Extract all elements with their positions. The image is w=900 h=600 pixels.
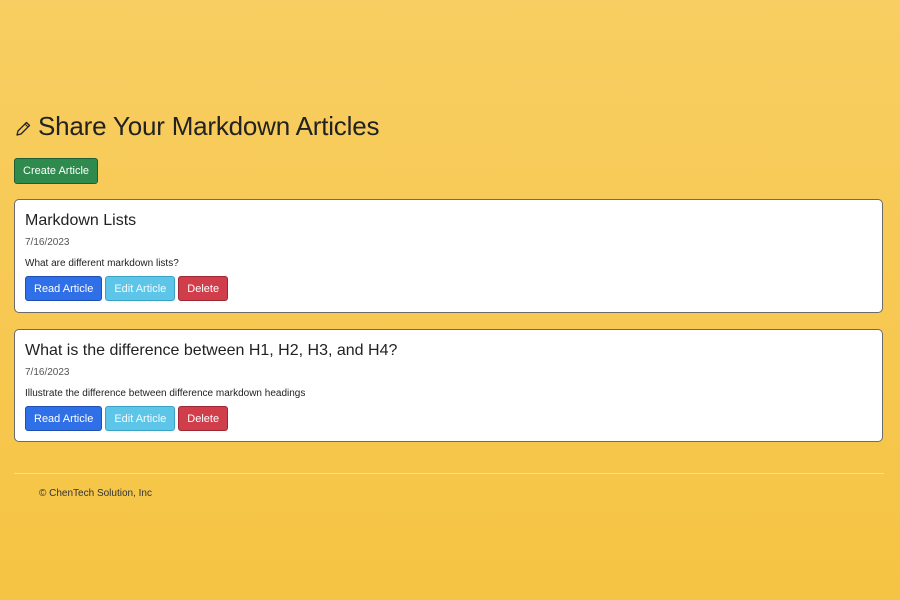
read-article-button[interactable]: Read Article (25, 276, 103, 301)
pencil-icon (14, 120, 32, 138)
article-card: What is the difference between H1, H2, H… (14, 329, 883, 442)
edit-article-button[interactable]: Edit Article (105, 276, 176, 301)
delete-article-button[interactable]: Delete (178, 406, 229, 431)
article-date: 7/16/2023 (25, 237, 70, 248)
article-actions: Read Article Edit Article Delete (25, 406, 872, 431)
article-title: Markdown Lists (25, 212, 137, 229)
edit-article-button[interactable]: Edit Article (105, 406, 176, 431)
page-header: Share Your Markdown Articles (14, 111, 379, 142)
article-date: 7/16/2023 (25, 367, 70, 378)
article-card: Markdown Lists 7/16/2023 What are differ… (14, 199, 883, 313)
page-title: Share Your Markdown Articles (38, 111, 380, 141)
article-description: What are different markdown lists? (25, 258, 179, 269)
create-article-button[interactable]: Create Article (14, 158, 99, 184)
footer-copyright: © ChenTech Solution, Inc (39, 488, 152, 499)
read-article-button[interactable]: Read Article (25, 406, 103, 431)
article-title: What is the difference between H1, H2, H… (25, 342, 398, 359)
footer-divider (14, 473, 884, 474)
article-description: Illustrate the difference between differ… (25, 388, 306, 399)
article-actions: Read Article Edit Article Delete (25, 276, 872, 301)
delete-article-button[interactable]: Delete (178, 276, 229, 301)
